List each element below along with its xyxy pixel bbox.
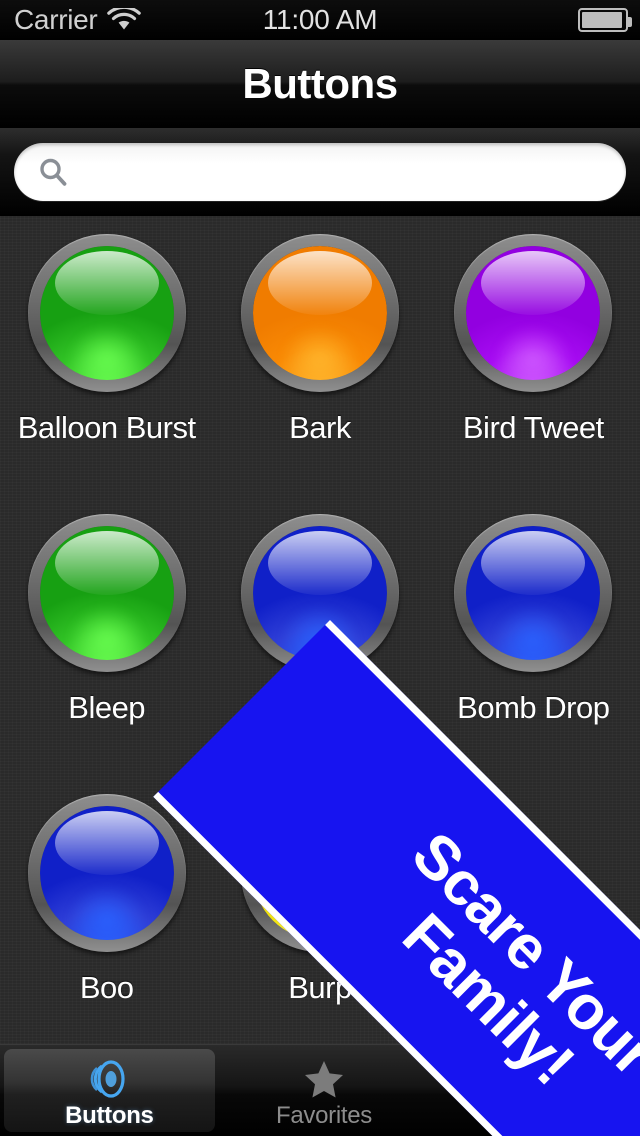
orb-bottom-glow xyxy=(69,328,144,380)
search-input[interactable] xyxy=(82,156,606,188)
button-orb xyxy=(39,806,174,940)
button-orb xyxy=(39,246,174,380)
button-orb xyxy=(252,526,387,660)
sound-button-icon xyxy=(86,1057,132,1101)
sound-button-cell[interactable]: Balloon Burst xyxy=(0,234,213,514)
orb-bottom-glow xyxy=(282,888,357,940)
sound-button-cell[interactable]: Boing xyxy=(213,514,426,794)
sound-button-cell[interactable]: Boo xyxy=(0,794,213,1044)
sound-button[interactable] xyxy=(27,234,186,392)
tab-label: Favorites xyxy=(276,1102,372,1129)
sound-button-cell[interactable]: Bomb Drop xyxy=(427,514,640,794)
sound-button-label: Bark xyxy=(289,410,351,445)
tab-label: Info xyxy=(515,1102,555,1129)
sound-button[interactable] xyxy=(454,234,613,392)
navigation-bar: Buttons xyxy=(0,40,640,128)
sound-button-label: Bleep xyxy=(68,690,146,725)
tab-label: Buttons xyxy=(65,1102,154,1129)
sound-button[interactable] xyxy=(27,514,186,672)
button-orb xyxy=(252,246,387,380)
sound-button[interactable] xyxy=(240,234,399,392)
app-screen: Carrier 11:00 AM Buttons Balloon Burst B… xyxy=(0,0,640,1136)
sound-button-grid-scroll[interactable]: Balloon Burst Bark Bird Tweet Bleep Boin… xyxy=(0,216,640,1044)
tab-info[interactable]: Info xyxy=(429,1045,640,1136)
orb-bottom-glow xyxy=(69,888,144,940)
sound-button-cell[interactable]: Bark xyxy=(213,234,426,514)
sound-button-cell[interactable]: Burp xyxy=(213,794,426,1044)
orb-top-gloss xyxy=(267,251,372,315)
orb-top-gloss xyxy=(267,531,372,595)
status-bar-clock: 11:00 AM xyxy=(262,4,378,35)
star-icon xyxy=(301,1057,347,1101)
sound-button[interactable] xyxy=(27,794,186,952)
tab-bar: Buttons Favorites Info xyxy=(0,1044,640,1136)
sound-button[interactable] xyxy=(240,514,399,672)
orb-bottom-glow xyxy=(282,328,357,380)
orb-bottom-glow xyxy=(69,608,144,660)
tab-favorites[interactable]: Favorites xyxy=(219,1045,430,1136)
sound-button-grid: Balloon Burst Bark Bird Tweet Bleep Boin… xyxy=(0,216,640,1044)
sound-button[interactable] xyxy=(240,794,399,952)
status-bar-right xyxy=(578,0,632,40)
orb-top-gloss xyxy=(481,251,586,315)
button-orb xyxy=(466,526,601,660)
sound-button[interactable] xyxy=(454,514,613,672)
sound-button-label: Bomb Drop xyxy=(457,690,610,725)
tab-buttons[interactable]: Buttons xyxy=(4,1049,215,1132)
battery-fill xyxy=(582,12,622,28)
search-icon xyxy=(14,155,70,189)
search-field[interactable] xyxy=(14,143,626,201)
sound-button-label: Boo xyxy=(79,970,134,1005)
orb-bottom-glow xyxy=(496,608,571,660)
page-title: Buttons xyxy=(242,59,398,107)
sound-button-label: Balloon Burst xyxy=(17,410,196,445)
sound-button-label: Burp xyxy=(288,970,352,1005)
battery-icon xyxy=(578,8,632,32)
sound-button-cell[interactable]: Bleep xyxy=(0,514,213,794)
button-orb xyxy=(39,526,174,660)
sound-button-cell[interactable]: Bird Tweet xyxy=(427,234,640,514)
search-bar xyxy=(0,128,640,216)
button-orb xyxy=(252,806,387,940)
info-circle-icon xyxy=(512,1057,558,1101)
orb-top-gloss xyxy=(267,811,372,875)
button-orb xyxy=(466,246,601,380)
orb-top-gloss xyxy=(54,251,159,315)
orb-bottom-glow xyxy=(282,608,357,660)
orb-top-gloss xyxy=(481,531,586,595)
sound-button-label: Boing xyxy=(281,690,359,725)
sound-button-label: Bird Tweet xyxy=(462,410,604,445)
orb-top-gloss xyxy=(54,531,159,595)
sound-button-cell[interactable] xyxy=(427,794,640,1044)
orb-top-gloss xyxy=(54,811,159,875)
status-bar: Carrier 11:00 AM xyxy=(0,0,640,40)
orb-bottom-glow xyxy=(496,328,571,380)
